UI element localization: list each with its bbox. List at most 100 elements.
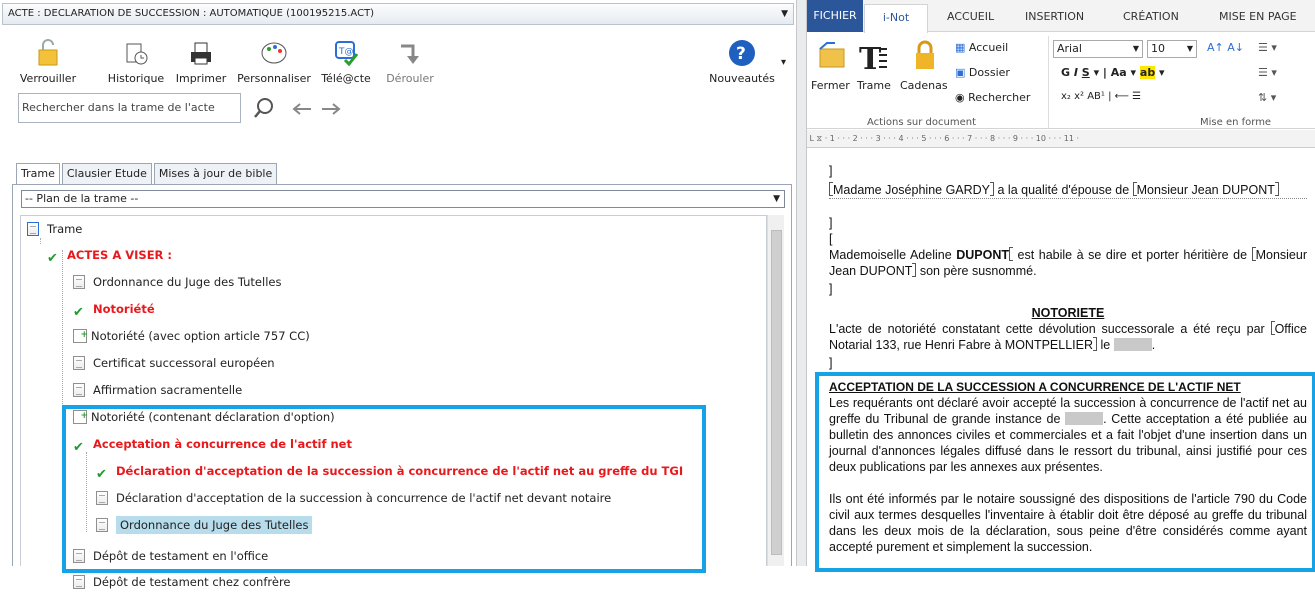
verrouiller-label: Verrouiller xyxy=(19,72,77,85)
personnaliser-button[interactable]: Personnaliser xyxy=(234,38,314,85)
svg-text:T@: T@ xyxy=(338,47,354,57)
doc-paragraph-1[interactable]: Madame Joséphine GARDY a la qualité d'ép… xyxy=(829,182,1307,199)
blank-field[interactable] xyxy=(1113,338,1152,351)
document-title-bar[interactable]: ACTE : DECLARATION DE SUCCESSION : AUTOM… xyxy=(2,3,794,25)
group-actions-label: Actions sur document xyxy=(867,117,976,128)
tab-trame[interactable]: Trame xyxy=(16,163,60,185)
tree-item-label: Notoriété (avec option article 757 CC) xyxy=(91,329,310,343)
arrow-left-icon[interactable] xyxy=(291,102,313,116)
list-icons[interactable]: ☰ ▾ xyxy=(1258,41,1277,54)
nouveautes-button[interactable]: ? Nouveautés xyxy=(705,38,779,85)
dossier-label: Dossier xyxy=(968,66,1010,79)
tab-fichier[interactable]: FICHIER xyxy=(807,0,863,32)
highlight-box xyxy=(815,372,1315,572)
tree-item-label: Notoriété xyxy=(93,302,155,316)
numbered-list-icon[interactable]: ☰ ▾ xyxy=(1258,66,1277,79)
derouler-button[interactable]: Dérouler xyxy=(385,38,435,85)
tree-item[interactable]: Certificat successoral européen xyxy=(73,353,275,373)
doc-text: Monsieur Jean DUPONT xyxy=(1136,183,1275,197)
sort-icon[interactable]: ⇅ ▾ xyxy=(1258,91,1276,104)
verrouiller-button[interactable]: Verrouiller xyxy=(12,38,84,85)
historique-button[interactable]: Historique xyxy=(103,38,169,85)
script-buttons[interactable]: x₂ x² AB¹ | ⟵ ☰ xyxy=(1061,91,1141,102)
size-value: 10 xyxy=(1151,42,1165,55)
tab-accueil[interactable]: ACCUEIL xyxy=(947,10,994,23)
historique-label: Historique xyxy=(107,72,165,85)
format-buttons[interactable]: G I S ▾ | Aa ▾ ab ▾ xyxy=(1061,66,1165,79)
doc-bracket: ] xyxy=(829,356,833,370)
tab-clausier-etude[interactable]: Clausier Etude xyxy=(61,163,152,184)
tree-scrollbar[interactable] xyxy=(767,215,784,566)
tree-item[interactable]: Dépôt de testament chez confrère xyxy=(73,572,291,592)
word-doc-icon xyxy=(27,222,39,236)
imprimer-button[interactable]: Imprimer xyxy=(172,38,230,85)
accueil-label: Accueil xyxy=(968,41,1009,54)
tab-mise-en-page[interactable]: MISE EN PAGE xyxy=(1219,10,1297,23)
trame-button[interactable]: Trame xyxy=(857,79,891,92)
grow-font-icon[interactable]: A↑ A↓ xyxy=(1207,41,1244,54)
group-mise-label: Mise en forme xyxy=(1200,117,1272,128)
imprimer-label: Imprimer xyxy=(175,72,227,85)
tab-insertion[interactable]: INSERTION xyxy=(1025,10,1084,23)
tree-group-label: ACTES A VISER : xyxy=(67,248,173,262)
document-icon xyxy=(73,383,85,397)
ribbon-tabs: FICHIER i-Not ACCUEIL INSERTION CRÉATION… xyxy=(807,0,1315,33)
lock-icon xyxy=(38,39,58,66)
tree-item-label: Certificat successoral européen xyxy=(93,356,275,370)
more-icon[interactable]: ▾ xyxy=(781,57,786,68)
tab-inot[interactable]: i-Not xyxy=(864,4,928,33)
document-add-icon xyxy=(73,325,88,345)
doc-bracket: ] xyxy=(829,216,833,230)
folder-icon: ▣ xyxy=(955,66,966,79)
tree-item-label: Ordonnance du Juge des Tutelles xyxy=(93,275,282,289)
cadenas-button[interactable]: Cadenas xyxy=(900,79,948,92)
tree-item[interactable]: ✔ Notoriété xyxy=(73,299,155,320)
font-select[interactable]: Arial ▼ xyxy=(1053,40,1143,58)
doc-text: Madame Joséphine GARDY xyxy=(833,183,991,197)
tree-root[interactable]: Trame xyxy=(27,219,82,239)
fermer-button[interactable]: Fermer xyxy=(811,79,850,92)
tab-mises-a-jour[interactable]: Mises à jour de bible xyxy=(153,163,278,184)
binoculars-icon: ◉ xyxy=(955,91,965,104)
ruler: L ⧖ · 1 · · · 2 · · · 3 · · · 4 · · · 5 … xyxy=(807,130,1315,148)
help-icon: ? xyxy=(729,40,755,66)
scrollbar-thumb[interactable] xyxy=(771,230,782,555)
tree-item-label: Dépôt de testament chez confrère xyxy=(93,575,291,589)
trame-icon[interactable]: T xyxy=(859,41,887,73)
tree-root-label: Trame xyxy=(47,222,83,236)
doc-paragraph-2[interactable]: Mademoiselle Adeline DUPONT est habile à… xyxy=(829,247,1307,279)
doc-bracket: [ xyxy=(829,232,833,246)
font-size-select[interactable]: 10 ▼ xyxy=(1147,40,1197,58)
plan-select[interactable]: -- Plan de la trame -- ▼ xyxy=(21,190,785,208)
plan-select-value: -- Plan de la trame -- xyxy=(25,192,139,205)
search-icon[interactable] xyxy=(252,96,276,120)
chevron-down-icon: ▼ xyxy=(1132,44,1139,53)
left-tabs: Trame Clausier Etude Mises à jour de bib… xyxy=(16,163,279,185)
accueil-button[interactable]: ▦ Accueil xyxy=(955,41,1008,54)
telacte-icon: T@ xyxy=(335,41,359,67)
doc-text: L'acte de notoriété constatant cette dév… xyxy=(829,322,1271,336)
telacte-label: Télé@cte xyxy=(321,72,371,85)
doc-paragraph-3[interactable]: L'acte de notoriété constatant cette dév… xyxy=(829,321,1307,353)
derouler-label: Dérouler xyxy=(386,72,434,85)
chevron-down-icon: ▼ xyxy=(773,194,780,204)
folder-close-icon[interactable] xyxy=(817,39,847,73)
tree-item[interactable]: Notoriété (avec option article 757 CC) xyxy=(73,325,310,346)
document-icon xyxy=(73,575,85,589)
dossier-button[interactable]: ▣ Dossier xyxy=(955,66,1010,79)
doc-heading-notoriete: NOTORIETE xyxy=(1031,306,1105,320)
doc-text: le xyxy=(1097,338,1114,352)
personnaliser-label: Personnaliser xyxy=(237,72,311,85)
tree-item[interactable]: Affirmation sacramentelle xyxy=(73,380,242,400)
tree-item[interactable]: Ordonnance du Juge des Tutelles xyxy=(73,272,281,292)
telacte-button[interactable]: T@ Télé@cte xyxy=(318,38,374,85)
tree-group-actes[interactable]: ✔ ACTES A VISER : xyxy=(47,245,172,266)
chevron-down-icon[interactable]: ▼ xyxy=(781,4,788,24)
search-input[interactable]: Rechercher dans la trame de l'acte xyxy=(18,93,241,123)
pane-splitter[interactable] xyxy=(797,0,806,566)
tab-creation[interactable]: CRÉATION xyxy=(1123,10,1179,23)
svg-text:?: ? xyxy=(736,44,746,64)
padlock-icon[interactable] xyxy=(912,39,938,73)
arrow-right-icon[interactable] xyxy=(320,102,342,116)
rechercher-button[interactable]: ◉ Rechercher xyxy=(955,91,1030,104)
